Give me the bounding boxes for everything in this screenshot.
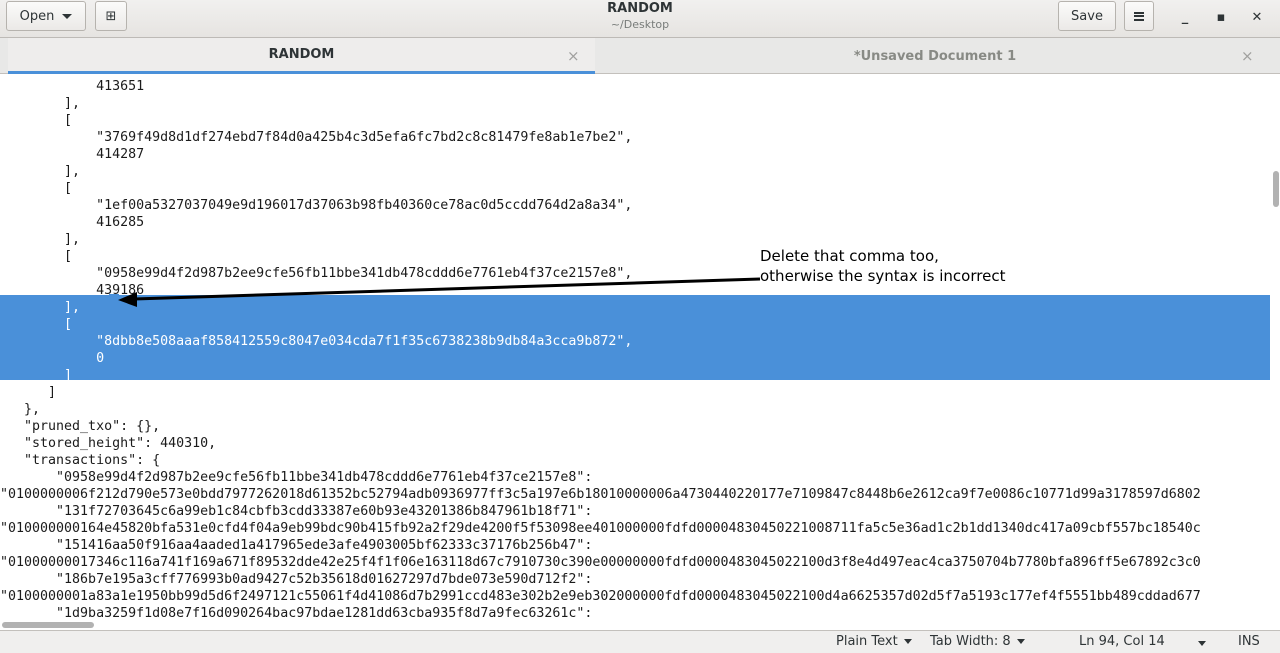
tab-label: *Unsaved Document 1 (853, 48, 1017, 64)
minimize-button[interactable]: _ (1172, 5, 1198, 29)
code-line: 0 (0, 351, 105, 366)
code-line: "0958e99d4f2d987b2ee9cfe56fb11bbe341db47… (0, 470, 593, 485)
open-button[interactable]: Open (6, 1, 86, 31)
code-line: ], (0, 300, 81, 315)
tab-label: RANDOM (268, 47, 335, 62)
code-line: 413651 (0, 79, 145, 94)
code-line: ], (0, 164, 81, 179)
code-line: "transactions": { (0, 453, 161, 468)
code-line: 439186 (0, 283, 145, 298)
language-selector[interactable]: Plain Text (836, 634, 912, 649)
tab-width-label: Tab Width: 8 (930, 634, 1011, 649)
open-button-label: Open (19, 8, 55, 24)
maximize-button[interactable]: ▪ (1208, 5, 1234, 29)
chevron-down-icon (62, 13, 73, 19)
code-line: "1d9ba3259f1d08e7f16d090264bac97bdae1281… (0, 606, 593, 618)
status-bar: Plain Text Tab Width: 8 Ln 94, Col 14 IN… (0, 630, 1280, 653)
code-line: "1ef00a5327037049e9d196017d37063b98fb403… (0, 198, 633, 213)
code-line: "010000000164e45820bfa531e0cfd4f04a9eb99… (0, 521, 1201, 536)
code-line: "pruned_txo": {}, (0, 419, 161, 434)
code-line: [ (0, 113, 73, 128)
code-line: }, (0, 402, 41, 417)
code-line: "0100000006f212d790e573e0bdd7977262018d6… (0, 487, 1201, 502)
hamburger-icon (1134, 11, 1144, 21)
code-line: "stored_height": 440310, (0, 436, 217, 451)
chevron-down-icon (1016, 639, 1025, 644)
annotation-line: otherwise the syntax is incorrect (760, 267, 1006, 285)
window-subtitle: ~/Desktop (610, 18, 670, 31)
position-menu-button[interactable] (1192, 641, 1206, 646)
annotation-line: Delete that comma too, (760, 247, 939, 265)
window-title: RANDOM (607, 1, 673, 16)
code-line: "0100000001a83a1e1950bb99d5d6f2497121c55… (0, 589, 1201, 604)
insert-mode-indicator: INS (1238, 634, 1260, 649)
annotation-note: Delete that comma too, otherwise the syn… (760, 246, 1005, 286)
code-line: "186b7e195a3cff776993b0ad9427c52b35618d0… (0, 572, 593, 587)
menu-button[interactable] (1124, 1, 1154, 31)
vertical-scrollbar-thumb[interactable] (1273, 171, 1279, 207)
new-document-icon: ⊞ (105, 8, 117, 24)
code-line: "01000000017346c116a741f169a671f89532dde… (0, 555, 1201, 570)
code-line: [ (0, 181, 73, 196)
chevron-down-icon (903, 639, 912, 644)
code-line: "8dbb8e508aaaf858412559c8047e034cda7f1f3… (0, 334, 633, 349)
close-tab-icon[interactable]: × (567, 47, 580, 65)
code-line: "0958e99d4f2d987b2ee9cfe56fb11bbe341db47… (0, 266, 633, 281)
language-label: Plain Text (836, 634, 898, 649)
close-tab-icon[interactable]: × (1241, 47, 1254, 65)
cursor-position[interactable]: Ln 94, Col 14 (1079, 634, 1165, 649)
code-line: "151416aa50f916aa4aaded1a417965ede3afe49… (0, 538, 593, 553)
tab-width-selector[interactable]: Tab Width: 8 (930, 634, 1025, 649)
code-line: "3769f49d8d1df274ebd7f84d0a425b4c3d5efa6… (0, 130, 633, 145)
code-line: ] (0, 368, 73, 383)
vertical-scrollbar[interactable] (1270, 75, 1280, 618)
code-line: 416285 (0, 215, 145, 230)
code-line: [ (0, 249, 73, 264)
code-line: [ (0, 317, 73, 332)
window-title-area: RANDOM ~/Desktop (440, 1, 840, 32)
cursor-position-label: Ln 94, Col 14 (1079, 634, 1165, 649)
header-bar: Open ⊞ RANDOM ~/Desktop Save _ ▪ ✕ (0, 0, 1280, 38)
horizontal-scrollbar[interactable] (0, 618, 1280, 630)
text-editor[interactable]: 413651 ], [ "3769f49d8d1df274ebd7f84d0a4… (0, 75, 1270, 618)
chevron-down-icon (1198, 641, 1206, 646)
tab-bar: RANDOM × *Unsaved Document 1 × (0, 38, 1280, 74)
tab-random[interactable]: RANDOM (8, 38, 595, 74)
code-line: "131f72703645c6a99eb1c84cbfb3cdd33387e60… (0, 504, 593, 519)
horizontal-scrollbar-thumb[interactable] (2, 622, 94, 628)
code-line: ], (0, 96, 81, 111)
code-line: ] (0, 385, 57, 400)
new-tab-button[interactable]: ⊞ (95, 1, 127, 31)
code-line: 414287 (0, 147, 145, 162)
close-window-button[interactable]: ✕ (1244, 5, 1270, 29)
code-line: ], (0, 232, 81, 247)
tab-unsaved-document[interactable]: *Unsaved Document 1 (596, 38, 1274, 74)
save-button[interactable]: Save (1058, 1, 1116, 31)
